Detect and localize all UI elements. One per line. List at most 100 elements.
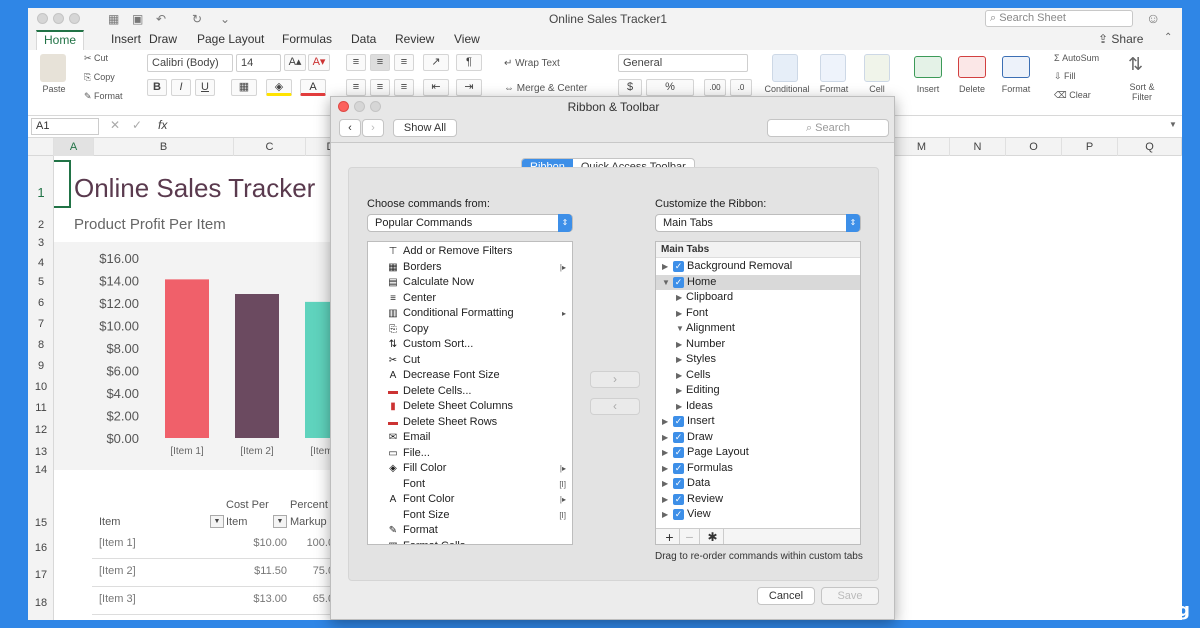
increase-decimal-icon[interactable]: .00 — [704, 79, 726, 96]
checkbox-checked-icon[interactable]: ✓ — [673, 447, 684, 458]
column-header-n[interactable]: N — [950, 138, 1006, 156]
dialog-close-button[interactable] — [338, 101, 349, 112]
row-header-7[interactable]: 7 — [28, 318, 54, 330]
align-bottom-icon[interactable]: ≡ — [394, 54, 414, 71]
minimize-window-button[interactable] — [53, 13, 64, 24]
row-header-4[interactable]: 4 — [28, 257, 54, 269]
tree-item-review[interactable]: ▶ ✓ Review — [656, 492, 860, 508]
disclosure-closed-icon[interactable]: ▶ — [676, 383, 682, 399]
disclosure-closed-icon[interactable]: ▶ — [662, 507, 668, 523]
filter-cost-icon[interactable]: ▼ — [273, 515, 287, 528]
row-header-18[interactable]: 18 — [28, 597, 54, 609]
table-cell-cost[interactable]: $13.00 — [224, 593, 287, 605]
checkbox-checked-icon[interactable]: ✓ — [673, 493, 684, 505]
select-all-corner[interactable] — [28, 138, 54, 156]
align-middle-icon[interactable]: ≡ — [370, 54, 390, 71]
checkbox-checked-icon[interactable]: ✓ — [673, 276, 684, 288]
choose-commands-select[interactable]: Popular Commands ⇕ — [367, 214, 573, 232]
percent-button[interactable]: % — [646, 79, 694, 96]
dialog-search-input[interactable]: ⌕ Search — [767, 119, 889, 137]
tree-item-cells[interactable]: ▶ Cells — [656, 368, 860, 384]
command-item[interactable]: ⊤ Add or Remove Filters — [368, 244, 572, 260]
tree-item-home[interactable]: ▼ ✓ Home — [656, 274, 860, 290]
table-cell-item[interactable]: [Item 1] — [99, 537, 136, 549]
column-header-p[interactable]: P — [1062, 138, 1118, 156]
bold-button[interactable]: B — [147, 79, 167, 96]
command-item[interactable]: A Font Color |▸ — [368, 492, 572, 508]
align-center-icon[interactable]: ≡ — [370, 79, 390, 96]
row-header-17[interactable]: 17 — [28, 569, 54, 581]
tree-item-insert[interactable]: ▶ ✓ Insert — [656, 414, 860, 430]
checkbox-checked-icon[interactable]: ✓ — [673, 462, 684, 474]
italic-button[interactable]: I — [171, 79, 191, 96]
share-button[interactable]: ⇪ Share — [1098, 32, 1143, 46]
row-header-15[interactable]: 15 — [28, 517, 54, 529]
tree-item-draw[interactable]: ▶ ✓ Draw — [656, 430, 860, 446]
disclosure-closed-icon[interactable]: ▶ — [662, 445, 668, 461]
decrease-indent-icon[interactable]: ⇤ — [423, 79, 449, 96]
delete-cells-icon[interactable] — [958, 56, 986, 78]
command-item[interactable]: ≡ Center — [368, 291, 572, 307]
checkbox-checked-icon[interactable]: ✓ — [673, 509, 684, 520]
align-top-icon[interactable]: ≡ — [346, 54, 366, 71]
command-item[interactable]: ▦ Borders |▸ — [368, 260, 572, 276]
table-cell-item[interactable]: [Item 3] — [99, 593, 136, 605]
tree-item-editing[interactable]: ▶ Editing — [656, 383, 860, 399]
fill-button[interactable]: ⇩ Fill — [1054, 71, 1076, 82]
checkbox-checked-icon[interactable]: ✓ — [673, 431, 684, 443]
add-to-ribbon-button[interactable]: › — [590, 371, 640, 388]
tree-item-data[interactable]: ▶ ✓ Data — [656, 476, 860, 492]
checkbox-checked-icon[interactable]: ✓ — [673, 478, 684, 489]
confirm-entry-icon[interactable]: ✓ — [132, 118, 142, 132]
command-item[interactable]: ⎘ Copy — [368, 322, 572, 338]
cancel-entry-icon[interactable]: ✕ — [110, 118, 120, 132]
column-header-o[interactable]: O — [1006, 138, 1062, 156]
command-item[interactable]: ✎ Format — [368, 523, 572, 539]
filter-item-icon[interactable]: ▼ — [210, 515, 224, 528]
command-item[interactable]: ▮ Delete Sheet Columns — [368, 399, 572, 415]
decrease-font-icon[interactable]: A▾ — [308, 54, 330, 71]
table-cell-cost[interactable]: $11.50 — [224, 565, 287, 577]
column-header-b[interactable]: B — [94, 138, 234, 156]
disclosure-closed-icon[interactable]: ▶ — [676, 290, 682, 306]
decrease-decimal-icon[interactable]: .0 — [730, 79, 752, 96]
tree-item-ideas[interactable]: ▶ Ideas — [656, 399, 860, 415]
remove-tab-button[interactable]: − — [680, 529, 700, 544]
show-all-button[interactable]: Show All — [393, 119, 457, 137]
command-item[interactable]: ◈ Fill Color |▸ — [368, 461, 572, 477]
right-sheet-area[interactable] — [894, 156, 1182, 620]
cancel-button[interactable]: Cancel — [757, 587, 815, 605]
paste-icon[interactable] — [40, 54, 66, 82]
redo-icon[interactable]: ↻ — [192, 12, 202, 26]
command-item[interactable]: A Decrease Font Size — [368, 368, 572, 384]
table-cell-item[interactable]: [Item 2] — [99, 565, 136, 577]
tab-view[interactable]: View — [447, 30, 487, 50]
disclosure-closed-icon[interactable]: ▶ — [662, 259, 668, 275]
disclosure-closed-icon[interactable]: ▶ — [676, 306, 682, 322]
close-window-button[interactable] — [37, 13, 48, 24]
command-item[interactable]: Font [I] — [368, 477, 572, 493]
format-painter-button[interactable]: ✎ Format — [84, 91, 123, 102]
command-item[interactable]: Font Size [I] — [368, 508, 572, 524]
disclosure-closed-icon[interactable]: ▶ — [662, 476, 668, 492]
copy-button[interactable]: ⎘ Copy — [84, 72, 115, 83]
search-sheet-input[interactable]: ⌕ Search Sheet — [985, 10, 1133, 27]
collapse-ribbon-icon[interactable]: ⌃ — [1164, 32, 1172, 43]
expand-formula-icon[interactable]: ▼ — [1169, 120, 1177, 129]
borders-icon[interactable]: ▦ — [231, 79, 257, 96]
wrap-text-button[interactable]: ↵ Wrap Text — [504, 58, 560, 69]
forward-button[interactable]: › — [362, 119, 384, 137]
tab-formulas[interactable]: Formulas — [275, 30, 339, 50]
sheet-area[interactable]: Online Sales Tracker Product Profit Per … — [54, 156, 354, 620]
format-cells-icon[interactable] — [1002, 56, 1030, 78]
gear-icon[interactable]: ✱ — [702, 529, 724, 544]
tree-item-font[interactable]: ▶ Font — [656, 306, 860, 322]
column-header-a[interactable]: A — [54, 138, 94, 156]
disclosure-closed-icon[interactable]: ▶ — [662, 414, 668, 430]
increase-indent-icon[interactable]: ⇥ — [456, 79, 482, 96]
font-name-select[interactable]: Calibri (Body) — [147, 54, 233, 72]
selected-cell-a1[interactable] — [54, 160, 71, 208]
tree-item-view[interactable]: ▶ ✓ View — [656, 507, 860, 523]
currency-button[interactable]: $ — [618, 79, 642, 96]
disclosure-open-icon[interactable]: ▼ — [676, 321, 684, 337]
